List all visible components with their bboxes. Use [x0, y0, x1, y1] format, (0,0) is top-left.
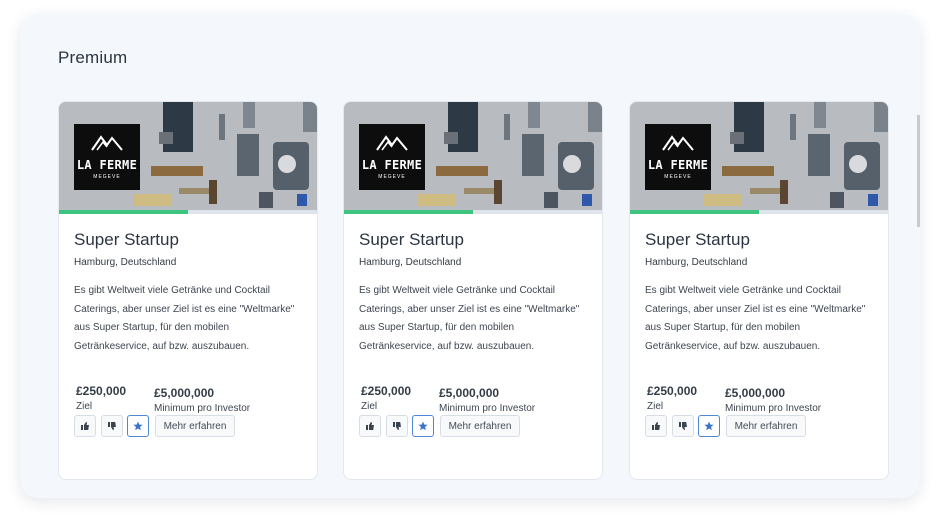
favorite-button[interactable]	[127, 415, 149, 437]
funding-progress-bar	[59, 210, 317, 214]
thumbs-up-icon	[652, 422, 660, 430]
funding-progress-fill	[344, 210, 473, 214]
thumbs-up-icon	[81, 422, 89, 430]
card-actions: Mehr erfahren	[645, 415, 873, 439]
section-title: Premium	[58, 48, 128, 67]
star-icon	[418, 421, 428, 431]
goal-label: Ziel	[361, 401, 378, 412]
card-description: Es gibt Weltweit viele Getränke und Cock…	[74, 285, 295, 352]
card-location: Hamburg, Deutschland	[74, 257, 177, 268]
goal-value: £250,000	[647, 384, 698, 398]
card-cover-image: LA FERME MEGEVE	[630, 102, 888, 210]
card-title[interactable]: Super Startup	[359, 230, 587, 250]
like-button[interactable]	[74, 415, 96, 437]
card-location: Hamburg, Deutschland	[645, 257, 748, 268]
funding-progress-bar	[344, 210, 602, 214]
minimum-label: Minimum pro Investor	[725, 403, 822, 414]
card-cover-image: LA FERME MEGEVE	[344, 102, 602, 210]
favorite-button[interactable]	[412, 415, 434, 437]
company-logo: LA FERME MEGEVE	[645, 124, 711, 190]
dislike-button[interactable]	[101, 415, 123, 437]
dislike-button[interactable]	[386, 415, 408, 437]
thumbs-down-icon	[108, 422, 116, 430]
goal-stat: £250,000 Ziel	[361, 384, 411, 412]
funding-progress-fill	[59, 210, 188, 214]
card-description: Es gibt Weltweit viele Getränke und Cock…	[359, 285, 580, 352]
funding-progress-bar	[630, 210, 888, 214]
like-button[interactable]	[359, 415, 381, 437]
card-title[interactable]: Super Startup	[645, 230, 873, 250]
goal-stat: £250,000 Ziel	[647, 384, 697, 412]
favorite-button[interactable]	[698, 415, 720, 437]
logo-subtitle: MEGEVE	[93, 174, 121, 180]
card-location: Hamburg, Deutschland	[359, 257, 462, 268]
star-icon	[704, 421, 714, 431]
goal-stat: £250,000 Ziel	[76, 384, 126, 412]
minimum-stat: £5,000,000 Minimum pro Investor	[725, 386, 821, 414]
minimum-stat: £5,000,000 Minimum pro Investor	[154, 386, 250, 414]
minimum-value: £5,000,000	[439, 386, 500, 400]
goal-value: £250,000	[76, 384, 127, 398]
goal-label: Ziel	[76, 401, 93, 412]
card-cover-image: LA FERME MEGEVE	[59, 102, 317, 210]
logo-name: LA FERME	[647, 158, 709, 172]
card-description: Es gibt Weltweit viele Getränke und Cock…	[645, 285, 866, 352]
thumbs-down-icon	[393, 422, 401, 430]
logo-subtitle: MEGEVE	[664, 174, 692, 180]
learn-more-button[interactable]: Mehr erfahren	[440, 415, 520, 437]
startup-card[interactable]: LA FERME MEGEVE Super Startup Hamburg, D…	[58, 101, 318, 480]
minimum-value: £5,000,000	[725, 386, 786, 400]
mountain-icon	[662, 135, 694, 151]
startup-card[interactable]: LA FERME MEGEVE Super Startup Hamburg, D…	[629, 101, 889, 480]
card-title[interactable]: Super Startup	[74, 230, 302, 250]
thumbs-down-icon	[679, 422, 687, 430]
card-actions: Mehr erfahren	[74, 415, 302, 439]
mountain-icon	[376, 135, 408, 151]
minimum-value: £5,000,000	[154, 386, 215, 400]
card-carousel: LA FERME MEGEVE Super Startup Hamburg, D…	[58, 101, 920, 493]
company-logo: LA FERME MEGEVE	[74, 124, 140, 190]
learn-more-button[interactable]: Mehr erfahren	[726, 415, 806, 437]
premium-section: Premium LA FERME MEGEVE Super Startup Ha…	[20, 14, 920, 498]
next-card-peek[interactable]	[917, 115, 920, 227]
goal-value: £250,000	[361, 384, 412, 398]
card-actions: Mehr erfahren	[359, 415, 587, 439]
startup-card[interactable]: LA FERME MEGEVE Super Startup Hamburg, D…	[343, 101, 603, 480]
minimum-label: Minimum pro Investor	[439, 403, 536, 414]
minimum-label: Minimum pro Investor	[154, 403, 251, 414]
mountain-icon	[91, 135, 123, 151]
star-icon	[133, 421, 143, 431]
company-logo: LA FERME MEGEVE	[359, 124, 425, 190]
goal-label: Ziel	[647, 401, 664, 412]
funding-progress-fill	[630, 210, 759, 214]
dislike-button[interactable]	[672, 415, 694, 437]
learn-more-button[interactable]: Mehr erfahren	[155, 415, 235, 437]
logo-subtitle: MEGEVE	[378, 174, 406, 180]
logo-name: LA FERME	[76, 158, 138, 172]
logo-name: LA FERME	[361, 158, 423, 172]
minimum-stat: £5,000,000 Minimum pro Investor	[439, 386, 535, 414]
like-button[interactable]	[645, 415, 667, 437]
thumbs-up-icon	[366, 422, 374, 430]
